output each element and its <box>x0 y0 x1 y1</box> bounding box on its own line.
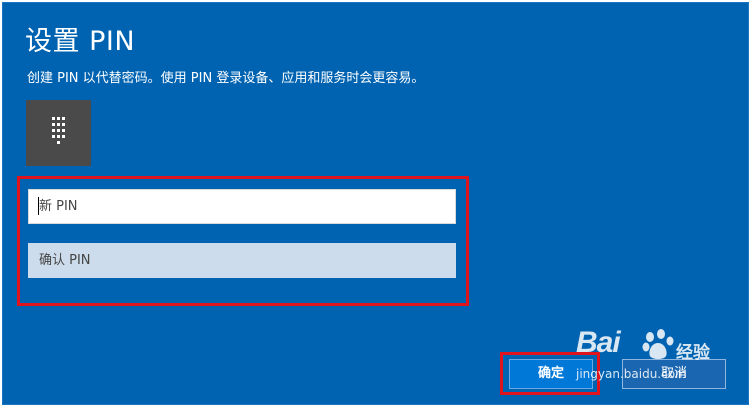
baidu-jingyan-watermark: Bai 经验 jingyan.baidu.com <box>576 326 726 396</box>
keypad-icon <box>26 100 91 166</box>
confirm-pin-input[interactable] <box>28 243 456 278</box>
dialog-description: 创建 PIN 以代替密码。使用 PIN 登录设备、应用和服务时会更容易。 <box>27 71 425 86</box>
watermark-brand: Bai <box>576 326 621 359</box>
dialog-title: 设置 PIN <box>25 26 136 57</box>
text-caret <box>38 197 39 215</box>
new-pin-input[interactable] <box>28 189 456 224</box>
watermark-cn: 经验 <box>676 343 710 363</box>
watermark-url: jingyan.baidu.com <box>576 367 687 381</box>
paw-icon <box>642 329 674 359</box>
